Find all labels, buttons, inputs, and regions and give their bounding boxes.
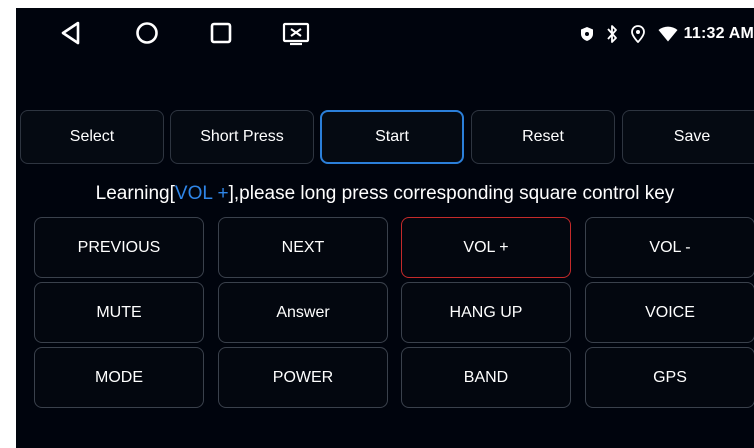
status-icons: 11:32 AM — [580, 22, 754, 46]
back-icon[interactable] — [58, 20, 84, 46]
wifi-icon — [658, 26, 678, 42]
message-prefix: Learning[ — [95, 183, 175, 204]
key-gps[interactable]: GPS — [585, 347, 754, 408]
key-vol-down[interactable]: VOL - — [585, 217, 754, 278]
recents-icon[interactable] — [208, 20, 234, 46]
shield-icon — [580, 26, 594, 42]
key-mode[interactable]: MODE — [34, 347, 204, 408]
key-previous[interactable]: PREVIOUS — [34, 217, 204, 278]
save-button[interactable]: Save — [622, 110, 754, 164]
status-bar: 11:32 AM — [16, 8, 754, 60]
screen: 11:32 AM Select Short Press Start Reset … — [16, 8, 754, 448]
key-mute[interactable]: MUTE — [34, 282, 204, 343]
key-band[interactable]: BAND — [401, 347, 571, 408]
screen-icon[interactable] — [282, 20, 310, 46]
start-button[interactable]: Start — [320, 110, 464, 164]
home-icon[interactable] — [134, 20, 160, 46]
clock: 11:32 AM — [683, 25, 754, 42]
key-hang-up[interactable]: HANG UP — [401, 282, 571, 343]
message-suffix: ],please long press corresponding square… — [228, 183, 675, 204]
learning-message: Learning[VOL +],please long press corres… — [16, 183, 754, 205]
bluetooth-icon — [606, 24, 618, 44]
short-press-button[interactable]: Short Press — [170, 110, 314, 164]
key-next[interactable]: NEXT — [218, 217, 388, 278]
key-vol-up[interactable]: VOL + — [401, 217, 571, 278]
select-button[interactable]: Select — [20, 110, 164, 164]
key-voice[interactable]: VOICE — [585, 282, 754, 343]
reset-button[interactable]: Reset — [471, 110, 615, 164]
key-answer[interactable]: Answer — [218, 282, 388, 343]
learning-key: VOL + — [174, 183, 229, 204]
location-icon — [630, 25, 646, 43]
key-power[interactable]: POWER — [218, 347, 388, 408]
